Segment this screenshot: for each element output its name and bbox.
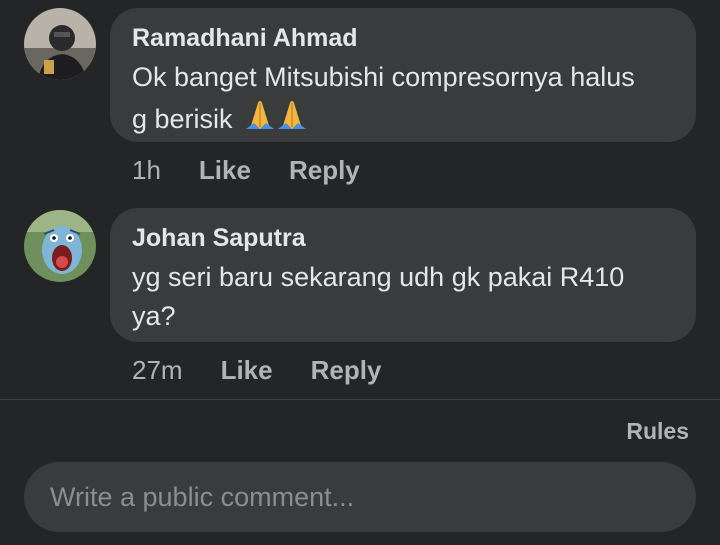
user-avatar-icon	[24, 210, 96, 282]
avatar[interactable]	[24, 8, 96, 80]
comment-text: yg seri baru sekarang udh gk pakai R410 …	[132, 262, 625, 331]
comment-actions: 1h Like Reply	[132, 152, 360, 188]
comment-timestamp[interactable]: 27m	[132, 355, 183, 386]
reply-button[interactable]: Reply	[311, 355, 382, 386]
rules-link[interactable]: Rules	[626, 418, 689, 445]
comment-text: Ok banget Mitsubishi compresornya halus …	[132, 62, 635, 134]
comment-composer[interactable]	[24, 462, 696, 532]
reply-button[interactable]: Reply	[289, 155, 360, 186]
divider	[0, 399, 720, 400]
comments-panel: Ramadhani Ahmad Ok banget Mitsubishi com…	[0, 0, 720, 545]
like-button[interactable]: Like	[199, 155, 251, 186]
comment-bubble: Ramadhani Ahmad Ok banget Mitsubishi com…	[110, 8, 696, 142]
comment-actions: 27m Like Reply	[132, 352, 381, 388]
comment-bubble: Johan Saputra yg seri baru sekarang udh …	[110, 208, 696, 342]
comment-author[interactable]: Ramadhani Ahmad	[132, 22, 674, 54]
comment-timestamp[interactable]: 1h	[132, 155, 161, 186]
user-avatar-icon	[24, 8, 96, 80]
comment-author[interactable]: Johan Saputra	[132, 222, 674, 254]
comment-text-wrap: Ok banget Mitsubishi compresornya halus …	[132, 58, 652, 142]
comment-input[interactable]	[48, 480, 672, 514]
avatar[interactable]	[24, 210, 96, 282]
like-button[interactable]: Like	[221, 355, 273, 386]
folded-hands-icon	[244, 97, 308, 142]
